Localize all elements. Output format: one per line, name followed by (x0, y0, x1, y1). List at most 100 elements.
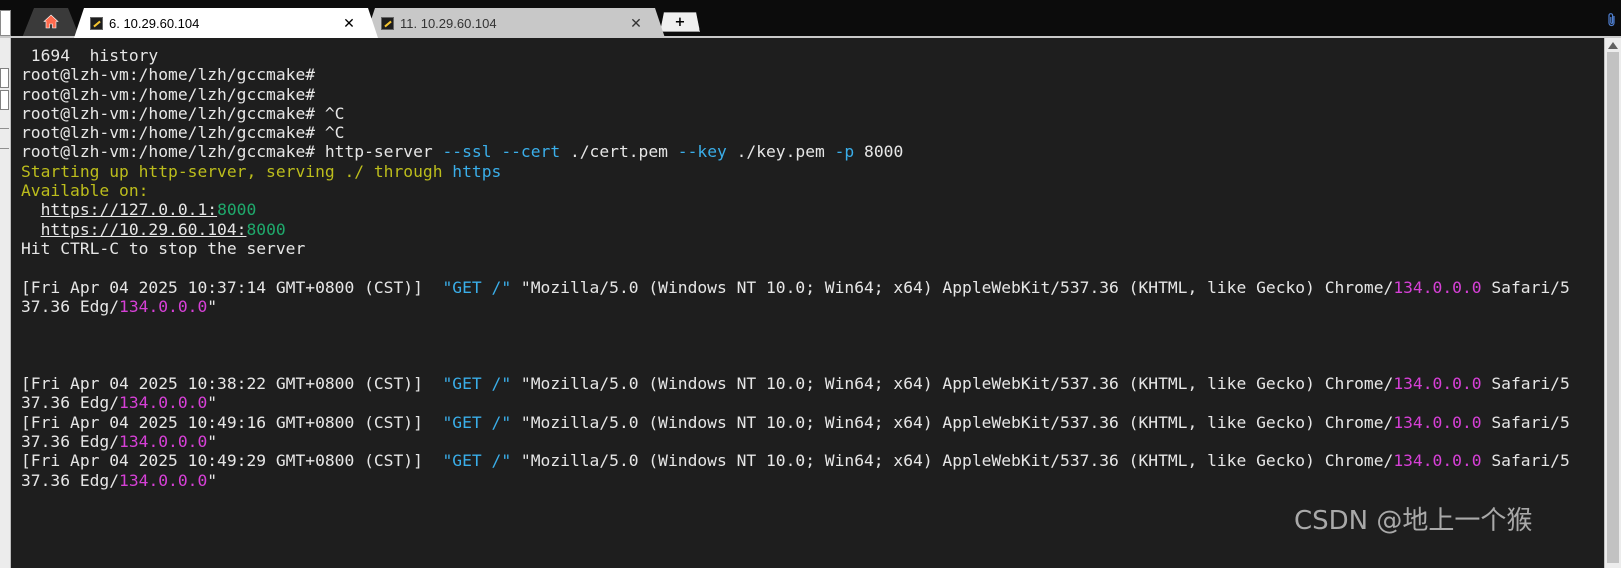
terminal-line: [Fri Apr 04 2025 10:37:14 GMT+0800 (CST)… (21, 278, 1601, 297)
terminal-segment: 1694 history (21, 46, 159, 65)
terminal-segment: Safari/5 (1481, 412, 1570, 432)
terminal-segment: root@lzh-vm:/home/lzh/gccmake# http-serv… (21, 142, 443, 162)
terminal-segment: " (207, 296, 218, 316)
home-icon (43, 14, 59, 33)
tab-bar: 6. 10.29.60.104 ✕ 11. 10.29.60.104 ✕ + (0, 0, 1621, 38)
terminal-segment: 134.0.0.0 (1393, 277, 1482, 297)
scroll-thumb[interactable] (1607, 52, 1619, 563)
terminal-segment: " (207, 431, 218, 451)
terminal-line: [Fri Apr 04 2025 10:49:29 GMT+0800 (CST)… (21, 451, 1601, 470)
terminal-segment: "Mozilla/5.0 (Windows NT 10.0; Win64; x6… (511, 277, 1394, 297)
terminal-output[interactable]: 1694 history root@lzh-vm:/home/lzh/gccmak… (13, 38, 1603, 568)
session-tab-active[interactable]: 6. 10.29.60.104 ✕ (74, 8, 378, 38)
terminal-segment: https://10.29.60.104: (40, 219, 247, 239)
left-panel-toggle[interactable] (0, 10, 11, 36)
terminal-segment: "Mozilla/5.0 (Windows NT 10.0; Win64; x6… (511, 374, 1394, 394)
close-icon[interactable]: ✕ (629, 16, 643, 30)
terminal-segment: "GET /" (442, 451, 512, 471)
terminal-segment: [Fri Apr 04 2025 10:49:16 GMT+0800 (CST)… (21, 412, 443, 432)
divider (0, 148, 9, 149)
side-panel-strip[interactable]: ▴ (0, 38, 11, 568)
terminal-segment: Safari/5 (1481, 374, 1570, 394)
terminal-segment: ./cert.pem (560, 142, 678, 162)
terminal-line: Starting up http-server, serving ./ thro… (21, 162, 1601, 181)
terminal-segment: 134.0.0.0 (119, 431, 208, 451)
terminal-segment: 37.36 Edg/ (21, 296, 120, 316)
terminal-segment: https (452, 161, 502, 181)
session-tab-inactive[interactable]: 11. 10.29.60.104 ✕ (365, 8, 665, 38)
terminal-segment: root@lzh-vm:/home/lzh/gccmake# ^C (21, 123, 345, 143)
terminal-segment: Available on: (21, 181, 149, 201)
tab-title: 11. 10.29.60.104 (400, 15, 497, 31)
terminal-segment: "GET /" (442, 277, 512, 297)
terminal-segment: --ssl --cert (442, 142, 561, 162)
terminal-segment: 134.0.0.0 (1393, 374, 1482, 394)
terminal-segment: ./key.pem (726, 142, 835, 162)
terminal-line: https://10.29.60.104:8000 (21, 220, 1601, 239)
session-icon (90, 17, 103, 30)
terminal-line: root@lzh-vm:/home/lzh/gccmake# http-serv… (21, 142, 1601, 161)
terminal-segment: 134.0.0.0 (1393, 451, 1482, 471)
terminal-segment: "Mozilla/5.0 (Windows NT 10.0; Win64; x6… (511, 451, 1394, 471)
terminal-line: 37.36 Edg/134.0.0.0" (21, 393, 1601, 412)
terminal-segment: "Mozilla/5.0 (Windows NT 10.0; Win64; x6… (511, 412, 1394, 432)
terminal-segment: root@lzh-vm:/home/lzh/gccmake# (21, 65, 316, 85)
terminal-segment: 134.0.0.0 (119, 296, 208, 316)
terminal-line: https://127.0.0.1:8000 (21, 200, 1601, 219)
terminal-segment: --key (677, 142, 727, 162)
terminal-segment: 37.36 Edg/ (21, 393, 120, 413)
terminal-line: root@lzh-vm:/home/lzh/gccmake# ^C (21, 123, 1601, 142)
terminal-segment: 134.0.0.0 (1393, 412, 1482, 432)
terminal-segment: 37.36 Edg/ (21, 431, 120, 451)
terminal-segment: [Fri Apr 04 2025 10:49:29 GMT+0800 (CST)… (21, 451, 443, 471)
terminal-segment (21, 220, 41, 239)
terminal-segment: [Fri Apr 04 2025 10:37:14 GMT+0800 (CST)… (21, 277, 443, 297)
side-panel-handle[interactable] (0, 90, 9, 110)
terminal-segment: https://127.0.0.1: (40, 200, 218, 220)
terminal-segment: 134.0.0.0 (119, 393, 208, 413)
terminal-line: [Fri Apr 04 2025 10:49:16 GMT+0800 (CST)… (21, 413, 1601, 432)
terminal-segment: 8000 (246, 219, 286, 239)
terminal-segment: [Fri Apr 04 2025 10:38:22 GMT+0800 (CST)… (21, 374, 443, 394)
terminal-line: 37.36 Edg/134.0.0.0" (21, 297, 1601, 316)
terminal-line: root@lzh-vm:/home/lzh/gccmake# (21, 65, 1601, 84)
terminal-line: Hit CTRL-C to stop the server (21, 239, 1601, 258)
terminal-line: 1694 history (21, 46, 1601, 65)
terminal-segment: "GET /" (442, 374, 512, 394)
tab-title: 6. 10.29.60.104 (109, 15, 200, 31)
terminal-segment: " (207, 393, 218, 413)
terminal-line: [Fri Apr 04 2025 10:38:22 GMT+0800 (CST)… (21, 374, 1601, 393)
terminal-segment: 8000 (854, 142, 904, 162)
terminal-segment: Hit CTRL-C to stop the server (21, 238, 306, 258)
vertical-scrollbar[interactable] (1604, 38, 1621, 568)
divider (0, 128, 9, 129)
terminal-segment: root@lzh-vm:/home/lzh/gccmake# (21, 84, 316, 104)
terminal-segment: 134.0.0.0 (119, 470, 208, 490)
terminal-segment: Starting up http-server, serving ./ thro… (21, 161, 453, 181)
scroll-up-arrow-icon[interactable] (1608, 42, 1618, 49)
paperclip-icon[interactable] (1602, 10, 1621, 30)
terminal-segment: -p (834, 142, 855, 162)
terminal-line: root@lzh-vm:/home/lzh/gccmake# (21, 85, 1601, 104)
watermark: CSDN @地上一个猴 (1294, 506, 1533, 536)
side-panel-handle[interactable] (0, 68, 9, 88)
terminal-segment (21, 200, 41, 219)
terminal-line: Available on: (21, 181, 1601, 200)
terminal-text: 1694 history root@lzh-vm:/home/lzh/gccmak… (21, 46, 1601, 490)
terminal-segment: "GET /" (442, 412, 512, 432)
home-tab[interactable] (22, 8, 80, 38)
terminal-segment: 8000 (217, 200, 257, 220)
new-tab-button[interactable]: + (660, 12, 700, 32)
terminal-segment: " (207, 470, 218, 490)
session-icon (381, 17, 394, 30)
terminal-line: 37.36 Edg/134.0.0.0" (21, 432, 1601, 451)
terminal-segment: Safari/5 (1481, 451, 1570, 471)
terminal-app: 6. 10.29.60.104 ✕ 11. 10.29.60.104 ✕ + ▴… (0, 0, 1621, 568)
terminal-line: root@lzh-vm:/home/lzh/gccmake# ^C (21, 104, 1601, 123)
close-icon[interactable]: ✕ (342, 16, 356, 30)
terminal-segment: Safari/5 (1481, 277, 1570, 297)
